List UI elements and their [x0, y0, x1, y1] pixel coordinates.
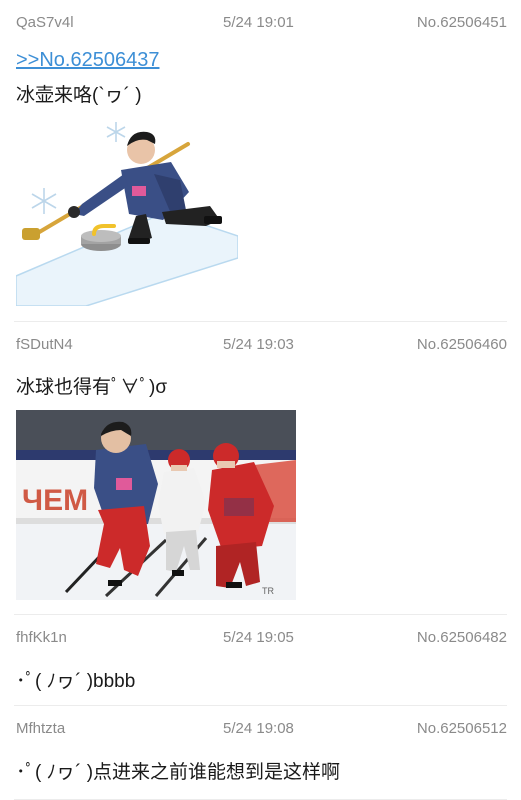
post-number[interactable]: No.62506512: [417, 720, 507, 737]
snowflake-icon: [31, 122, 126, 214]
post-62506512: Mfhtzta 5/24 19:08 No.62506512 ･ﾟ( ﾉヮ´ )…: [0, 706, 521, 800]
quote-link[interactable]: >>No.62506437: [16, 49, 159, 72]
post-uid[interactable]: fSDutN4: [16, 336, 73, 353]
post-image-hockey[interactable]: ЧЕМ TR: [16, 410, 296, 600]
rink-board-text: ЧЕМ: [22, 484, 88, 517]
post-62506460: fSDutN4 5/24 19:03 No.62506460 冰球也得有ﾟ∀ﾟ)…: [0, 322, 521, 615]
thread-feed: QaS7v4l 5/24 19:01 No.62506451 >>No.6250…: [0, 0, 521, 800]
post-number[interactable]: No.62506451: [417, 14, 507, 31]
post-number[interactable]: No.62506460: [417, 336, 507, 353]
post-content: 冰壶来咯(`ヮ´ ): [16, 85, 142, 106]
post-image-curling[interactable]: [16, 116, 238, 306]
post-time: 5/24 19:08: [223, 720, 294, 737]
post-meta: QaS7v4l 5/24 19:01 No.62506451: [16, 14, 507, 34]
post-content: 冰球也得有ﾟ∀ﾟ)σ: [16, 377, 168, 398]
post-meta: Mfhtzta 5/24 19:08 No.62506512: [16, 720, 507, 740]
post-content: ･ﾟ( ﾉヮ´ )点进来之前谁能想到是这样啊: [16, 762, 341, 783]
post-content: ･ﾟ( ﾉヮ´ )bbbb: [16, 671, 136, 692]
post-uid[interactable]: Mfhtzta: [16, 720, 65, 737]
post-time: 5/24 19:05: [223, 629, 294, 646]
post-meta: fhfKk1n 5/24 19:05 No.62506482: [16, 629, 507, 649]
post-number[interactable]: No.62506482: [417, 629, 507, 646]
post-meta: fSDutN4 5/24 19:03 No.62506460: [16, 336, 507, 356]
post-time: 5/24 19:03: [223, 336, 294, 353]
post-62506451: QaS7v4l 5/24 19:01 No.62506451 >>No.6250…: [0, 0, 521, 322]
post-62506482: fhfKk1n 5/24 19:05 No.62506482 ･ﾟ( ﾉヮ´ )…: [0, 615, 521, 706]
post-uid[interactable]: QaS7v4l: [16, 14, 74, 31]
post-time: 5/24 19:01: [223, 14, 294, 31]
watermark: TR: [262, 586, 274, 596]
post-uid[interactable]: fhfKk1n: [16, 629, 67, 646]
